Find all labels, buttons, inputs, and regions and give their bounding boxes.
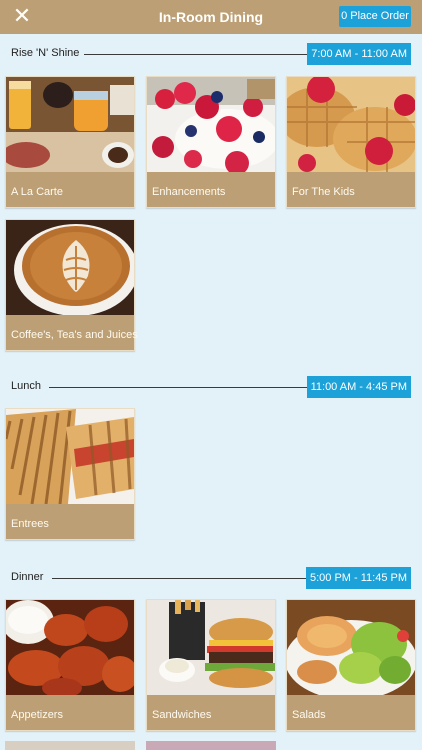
tile-label: Sandwiches <box>152 709 212 721</box>
menu-tile-entrees[interactable]: Entrees <box>5 408 135 540</box>
section-header-dinner: Dinner 5:00 PM - 11:45 PM <box>0 567 422 589</box>
section-divider <box>52 578 312 579</box>
menu-tile-for-the-kids[interactable]: For The Kids <box>286 76 416 208</box>
hours-badge: 5:00 PM - 11:45 PM <box>305 567 411 589</box>
tile-label: For The Kids <box>292 186 355 198</box>
close-icon[interactable]: ✕ <box>12 6 32 28</box>
menu-tile-enhancements[interactable]: Enhancements <box>146 76 276 208</box>
section-title: Rise 'N' Shine <box>11 47 80 59</box>
section-header-lunch: Lunch 11:00 AM - 4:45 PM <box>0 376 422 398</box>
menu-tile-sandwiches[interactable]: Sandwiches <box>146 599 276 731</box>
menu-tile-a-la-carte[interactable]: A La Carte <box>5 76 135 208</box>
burger-image <box>147 600 275 695</box>
section-header-breakfast: Rise 'N' Shine 7:00 AM - 11:00 AM <box>0 43 422 65</box>
tile-label: Salads <box>292 709 326 721</box>
section-divider <box>49 387 311 388</box>
waffles-image <box>287 77 415 172</box>
tile-label: Appetizers <box>11 709 63 721</box>
menu-tile-partial[interactable] <box>5 741 135 750</box>
menu-tile-salads[interactable]: Salads <box>286 599 416 731</box>
entrees-image <box>6 409 134 504</box>
tile-label: Coffee's, Tea's and Juices <box>11 329 138 341</box>
enhancements-image <box>147 77 275 172</box>
tile-label: A La Carte <box>11 186 63 198</box>
coffee-image <box>6 220 134 315</box>
section-title: Lunch <box>11 380 41 392</box>
tile-label: Entrees <box>11 518 49 530</box>
menu-tile-partial[interactable] <box>146 741 276 750</box>
tile-label: Enhancements <box>152 186 226 198</box>
salad-image <box>287 600 415 695</box>
a-la-carte-image <box>6 77 134 172</box>
place-order-button[interactable]: 0 Place Order <box>339 6 411 27</box>
hours-badge: 7:00 AM - 11:00 AM <box>307 43 411 65</box>
wings-image <box>6 600 134 695</box>
section-title: Dinner <box>11 571 44 583</box>
menu-tile-appetizers[interactable]: Appetizers <box>5 599 135 731</box>
top-bar: ✕ In-Room Dining 0 Place Order <box>0 0 422 34</box>
menu-tile-coffees-teas-juices[interactable]: Coffee's, Tea's and Juices <box>5 219 138 351</box>
page-title: In-Room Dining <box>158 9 264 25</box>
section-divider <box>84 54 309 55</box>
hours-badge: 11:00 AM - 4:45 PM <box>306 376 411 398</box>
